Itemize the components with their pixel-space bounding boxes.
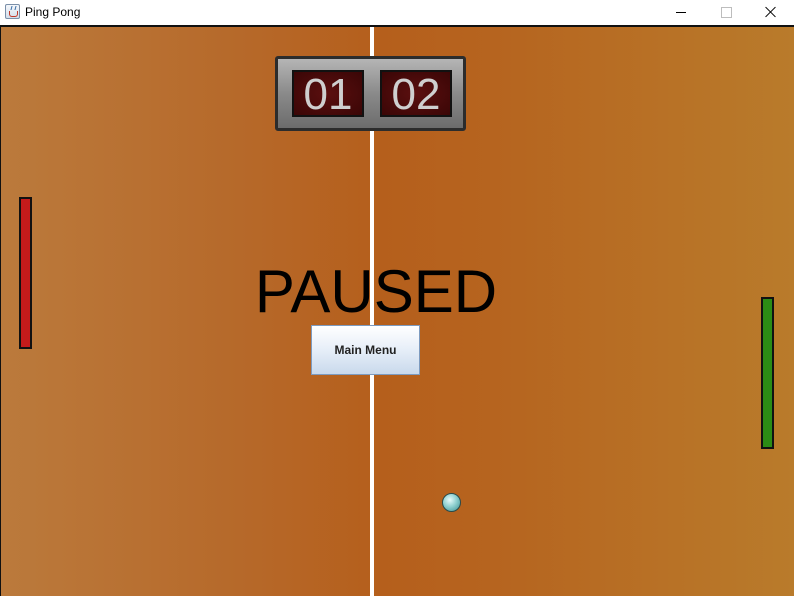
title-bar: Ping Pong xyxy=(0,0,794,25)
left-paddle xyxy=(19,197,32,349)
main-menu-button[interactable]: Main Menu xyxy=(311,325,420,375)
ball xyxy=(442,493,461,512)
scoreboard: 01 02 xyxy=(275,56,466,131)
java-cup-icon xyxy=(5,4,20,19)
right-score: 02 xyxy=(380,70,452,118)
minimize-icon[interactable] xyxy=(658,0,704,25)
close-icon[interactable] xyxy=(748,0,794,25)
paused-label: PAUSED xyxy=(254,258,498,325)
right-paddle xyxy=(761,297,774,449)
left-score: 01 xyxy=(292,70,364,118)
window-title: Ping Pong xyxy=(25,5,81,19)
maximize-icon[interactable] xyxy=(702,0,748,25)
game-area: 01 02 PAUSED Main Menu xyxy=(0,25,794,596)
